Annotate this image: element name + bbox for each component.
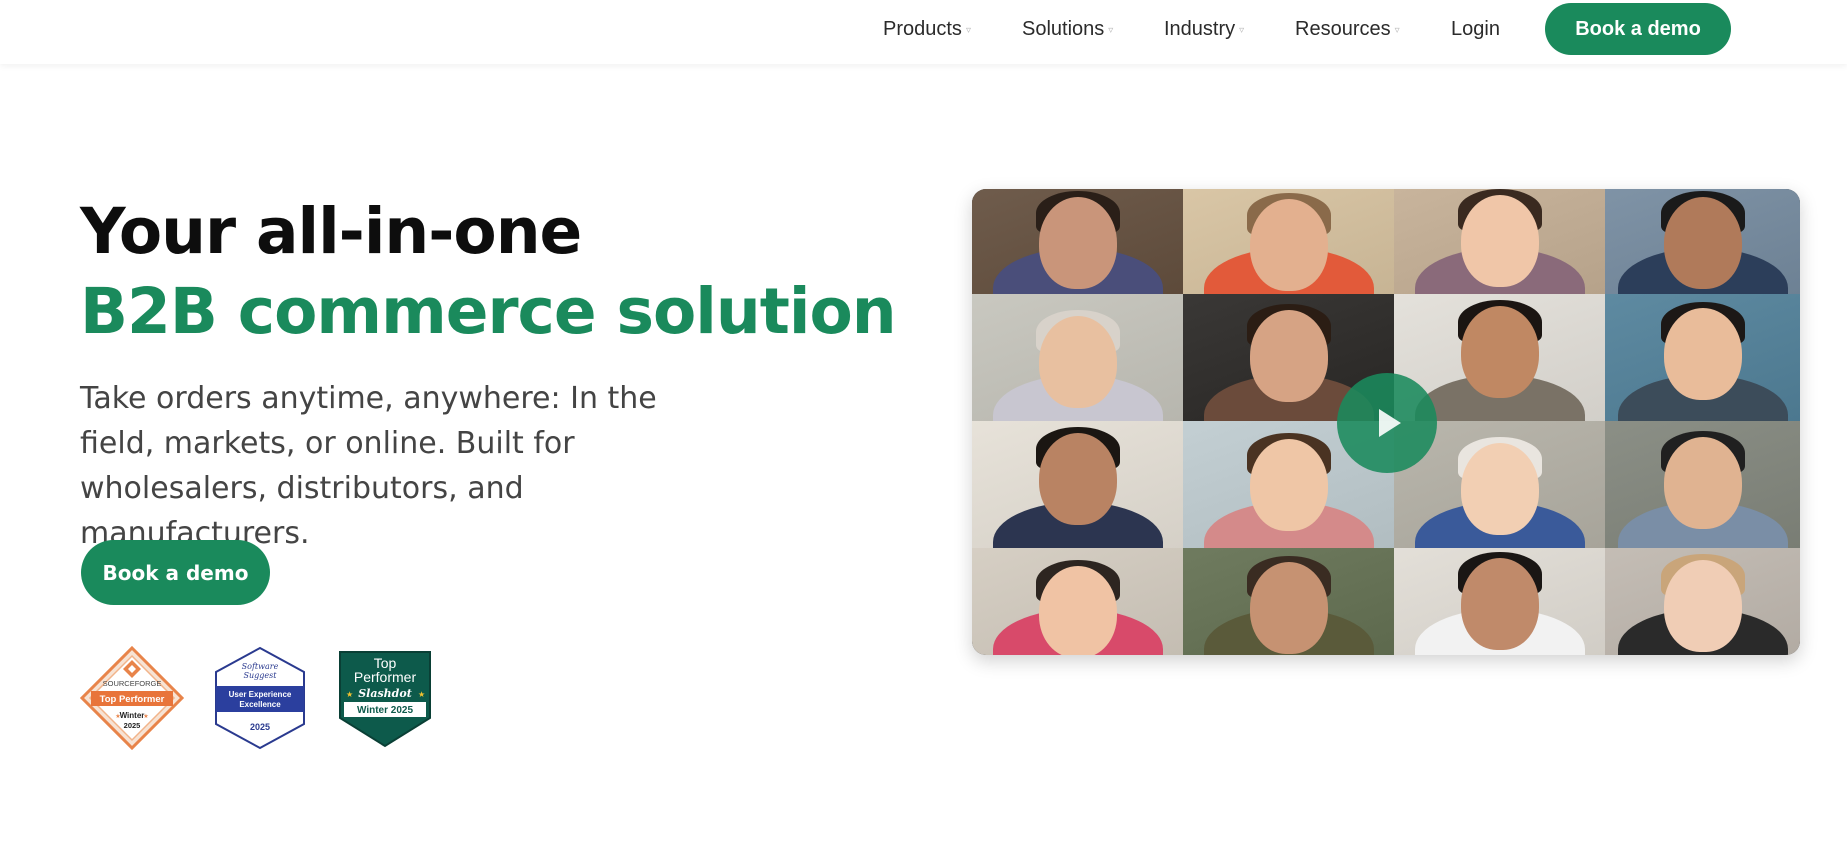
video-tile xyxy=(1605,189,1800,294)
testimonial-video[interactable] xyxy=(972,189,1800,655)
nav-resources[interactable]: Resources ▿ xyxy=(1295,18,1400,41)
nav-industry-label: Industry xyxy=(1164,18,1236,40)
badge-text: Excellence xyxy=(239,700,281,709)
nav-products[interactable]: Products ▿ xyxy=(883,18,971,41)
video-tile xyxy=(1394,189,1605,294)
nav-products-label: Products xyxy=(883,18,962,40)
site-header: Products ▿ Solutions ▿ Industry ▿ Resour… xyxy=(0,0,1847,64)
badge-text: 2025 xyxy=(124,721,141,730)
badge-text: Software xyxy=(242,662,279,671)
chevron-down-icon: ▿ xyxy=(1394,25,1400,36)
badge-text: SOURCEFORGE xyxy=(103,679,162,688)
nav-solutions[interactable]: Solutions ▿ xyxy=(1022,18,1113,41)
slashdot-badge: Top Performer Slashdot ★ ★ Winter 2025 xyxy=(339,651,431,748)
hero-title-line1: Your all-in-one xyxy=(80,195,582,268)
badge-text: User Experience xyxy=(229,690,292,699)
badge-text: Slashdot xyxy=(358,687,412,700)
book-demo-header-button[interactable]: Book a demo xyxy=(1545,3,1731,55)
sourceforge-badge: SOURCEFORGE Top Performer Winter 2025 ★ … xyxy=(80,646,184,750)
svg-text:★: ★ xyxy=(143,713,148,720)
video-tile xyxy=(1183,548,1394,655)
chevron-down-icon: ▿ xyxy=(965,25,971,36)
badge-text: Performer xyxy=(354,669,417,685)
nav-login[interactable]: Login xyxy=(1451,18,1500,41)
play-button[interactable] xyxy=(1337,373,1437,473)
video-tile xyxy=(972,421,1183,548)
svg-text:★: ★ xyxy=(418,690,425,699)
badge-text: Top Performer xyxy=(100,694,165,705)
video-tile xyxy=(1605,421,1800,548)
video-tile xyxy=(1183,189,1394,294)
video-tile xyxy=(1605,548,1800,655)
softwaresuggest-badge: Software Suggest User Experience Excelle… xyxy=(215,646,305,750)
video-tile xyxy=(972,189,1183,294)
video-tile xyxy=(972,548,1183,655)
video-tile xyxy=(972,294,1183,421)
nav-industry[interactable]: Industry ▿ xyxy=(1164,18,1244,41)
chevron-down-icon: ▿ xyxy=(1108,25,1114,36)
hero-title-line2: B2B commerce solution xyxy=(80,275,897,348)
chevron-down-icon: ▿ xyxy=(1239,25,1245,36)
svg-text:★: ★ xyxy=(346,690,353,699)
nav-resources-label: Resources xyxy=(1295,18,1391,40)
badge-text: 2025 xyxy=(250,722,270,732)
main-nav: Products ▿ Solutions ▿ Industry ▿ Resour… xyxy=(0,0,1847,64)
badge-text: Winter xyxy=(120,711,145,720)
video-tile xyxy=(1394,548,1605,655)
svg-text:★: ★ xyxy=(115,713,120,720)
award-badges: SOURCEFORGE Top Performer Winter 2025 ★ … xyxy=(80,646,450,752)
play-icon xyxy=(1379,409,1401,437)
video-tile xyxy=(1605,294,1800,421)
nav-solutions-label: Solutions xyxy=(1022,18,1105,40)
badge-text: Suggest xyxy=(244,671,278,680)
book-demo-hero-button[interactable]: Book a demo xyxy=(81,540,270,605)
badge-text: Winter 2025 xyxy=(357,705,413,716)
hero-subtitle: Take orders anytime, anywhere: In the fi… xyxy=(80,381,657,551)
hero-title: Your all-in-one B2B commerce solution xyxy=(80,192,897,352)
